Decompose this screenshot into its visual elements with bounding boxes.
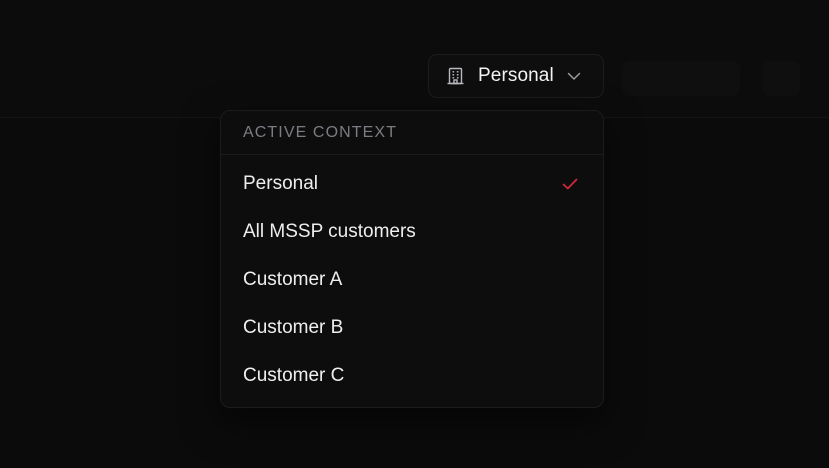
context-option-label: Customer B (243, 317, 344, 338)
context-option-personal[interactable]: Personal (221, 160, 603, 208)
chevron-down-icon (566, 68, 582, 84)
dropdown-heading: ACTIVE CONTEXT (221, 111, 603, 155)
context-option-label: Customer C (243, 365, 345, 386)
check-icon (561, 175, 579, 193)
context-dropdown-menu: ACTIVE CONTEXT Personal All MSSP custome… (220, 110, 604, 408)
context-option-label: All MSSP customers (243, 221, 416, 242)
context-options-list: Personal All MSSP customers Customer A C… (221, 155, 603, 400)
building-icon (447, 67, 464, 85)
context-switcher-button[interactable]: Personal (428, 54, 604, 98)
context-option-all-mssp-customers[interactable]: All MSSP customers (221, 208, 603, 256)
top-header-bar: Personal (0, 0, 829, 118)
context-option-customer-b[interactable]: Customer B (221, 304, 603, 352)
context-option-customer-a[interactable]: Customer A (221, 256, 603, 304)
header-placeholder-block (622, 61, 740, 96)
context-option-label: Personal (243, 173, 318, 194)
context-switcher-label: Personal (478, 65, 554, 86)
context-option-label: Customer A (243, 269, 343, 290)
context-option-customer-c[interactable]: Customer C (221, 352, 603, 400)
header-placeholder-square (762, 61, 800, 96)
